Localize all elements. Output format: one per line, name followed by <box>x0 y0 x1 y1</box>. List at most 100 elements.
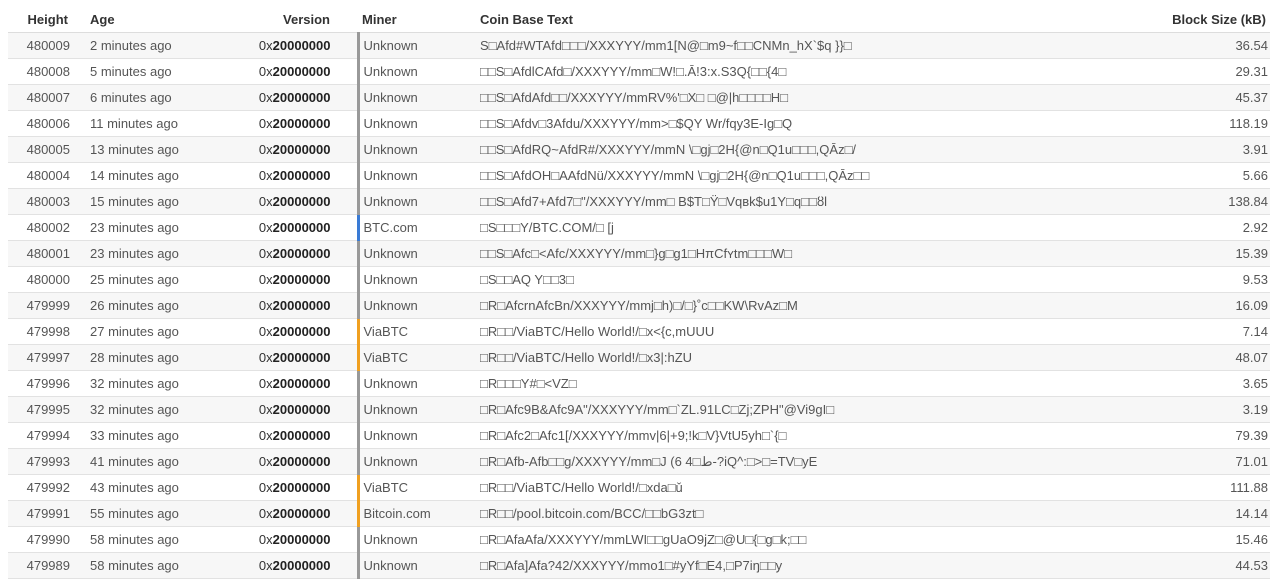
block-height-link[interactable]: 479998 <box>8 318 90 345</box>
block-miner[interactable]: Unknown <box>356 396 480 423</box>
block-miner[interactable]: Unknown <box>356 58 480 85</box>
block-miner[interactable]: ViaBTC <box>356 318 480 345</box>
block-miner[interactable]: Unknown <box>356 162 480 189</box>
version-prefix: 0x <box>258 350 273 365</box>
block-miner[interactable]: Unknown <box>356 240 480 267</box>
block-height-link[interactable]: 479995 <box>8 396 90 423</box>
block-version: 0x20000000 <box>238 32 358 59</box>
block-height-link[interactable]: 479994 <box>8 422 90 449</box>
block-miner[interactable]: ViaBTC <box>356 474 480 501</box>
block-miner[interactable]: Unknown <box>356 370 480 397</box>
block-height-link[interactable]: 479996 <box>8 370 90 397</box>
table-row[interactable]: 479990 58 minutes ago 0x20000000 Unknown □R□… <box>8 526 1270 553</box>
table-row[interactable]: 480006 11 minutes ago 0x20000000 Unknown □□S… <box>8 110 1270 137</box>
block-height-link[interactable]: 480005 <box>8 136 90 163</box>
block-height-link[interactable]: 480008 <box>8 58 90 85</box>
block-miner[interactable]: Bitcoin.com <box>356 500 480 527</box>
block-height-link[interactable]: 480000 <box>8 266 90 293</box>
table-row[interactable]: 480009 2 minutes ago 0x20000000 Unknown S□A… <box>8 32 1270 59</box>
table-row[interactable]: 479999 26 minutes ago 0x20000000 Unknown □R□… <box>8 292 1270 319</box>
version-value: 20000000 <box>272 402 331 417</box>
column-header-miner[interactable]: Miner <box>358 6 480 33</box>
block-version: 0x20000000 <box>238 266 358 293</box>
block-height-link[interactable]: 479997 <box>8 344 90 371</box>
table-row[interactable]: 480002 23 minutes ago 0x20000000 BTC.com □S□… <box>8 214 1270 241</box>
column-header-age[interactable]: Age <box>90 6 238 33</box>
table-header: Height Age Version Miner Coin Base Text … <box>8 6 1270 33</box>
block-miner[interactable]: BTC.com <box>356 214 480 241</box>
version-value: 20000000 <box>272 376 331 391</box>
block-height-link[interactable]: 479999 <box>8 292 90 319</box>
block-miner[interactable]: Unknown <box>356 448 480 475</box>
block-version: 0x20000000 <box>238 370 358 397</box>
block-miner[interactable]: Unknown <box>356 188 480 215</box>
coinbase-text: □R□Afc2□Afc1[/XXXYYY/mmv|6|+9;!k□V}VtU5y… <box>480 422 1085 449</box>
header-row: Height Age Version Miner Coin Base Text … <box>8 6 1270 33</box>
block-miner[interactable]: Unknown <box>356 110 480 137</box>
block-miner[interactable]: Unknown <box>356 526 480 553</box>
version-value: 20000000 <box>272 194 331 209</box>
table-row[interactable]: 480008 5 minutes ago 0x20000000 Unknown □□S□… <box>8 58 1270 85</box>
coinbase-text: □R□□/ViaBTC/Hello World!/□x<{c,mUUU <box>480 318 1085 345</box>
block-height-link[interactable]: 480006 <box>8 110 90 137</box>
table-body: 480009 2 minutes ago 0x20000000 Unknown S□A… <box>8 32 1270 579</box>
block-miner[interactable]: Unknown <box>356 136 480 163</box>
version-value: 20000000 <box>272 428 331 443</box>
table-row[interactable]: 479998 27 minutes ago 0x20000000 ViaBTC □R□□… <box>8 318 1270 345</box>
column-header-height[interactable]: Height <box>8 6 90 33</box>
block-height-link[interactable]: 479990 <box>8 526 90 553</box>
version-value: 20000000 <box>272 246 331 261</box>
table-row[interactable]: 480005 13 minutes ago 0x20000000 Unknown □□S… <box>8 136 1270 163</box>
column-header-version[interactable]: Version <box>238 6 358 33</box>
block-size: 14.14 <box>1085 500 1270 527</box>
table-row[interactable]: 480000 25 minutes ago 0x20000000 Unknown □S□… <box>8 266 1270 293</box>
version-value: 20000000 <box>272 272 331 287</box>
block-height-link[interactable]: 480004 <box>8 162 90 189</box>
block-size: 3.19 <box>1085 396 1270 423</box>
block-miner[interactable]: Unknown <box>356 422 480 449</box>
block-miner[interactable]: ViaBTC <box>356 344 480 371</box>
version-value: 20000000 <box>272 506 331 521</box>
block-version: 0x20000000 <box>238 188 358 215</box>
block-version: 0x20000000 <box>238 240 358 267</box>
table-row[interactable]: 480001 23 minutes ago 0x20000000 Unknown □□S… <box>8 240 1270 267</box>
table-row[interactable]: 479995 32 minutes ago 0x20000000 Unknown □R□… <box>8 396 1270 423</box>
block-version: 0x20000000 <box>238 500 358 527</box>
block-miner[interactable]: Unknown <box>356 292 480 319</box>
table-row[interactable]: 479994 33 minutes ago 0x20000000 Unknown □R□… <box>8 422 1270 449</box>
block-miner[interactable]: Unknown <box>356 266 480 293</box>
version-prefix: 0x <box>258 90 273 105</box>
block-height-link[interactable]: 479993 <box>8 448 90 475</box>
column-header-block-size[interactable]: Block Size (kB) <box>1085 6 1270 33</box>
table-row[interactable]: 480004 14 minutes ago 0x20000000 Unknown □□S… <box>8 162 1270 189</box>
block-height-link[interactable]: 480007 <box>8 84 90 111</box>
coinbase-text: □S□□□Y/BTC.COM/□ [j <box>480 214 1085 241</box>
table-row[interactable]: 479997 28 minutes ago 0x20000000 ViaBTC □R□□… <box>8 344 1270 371</box>
block-height-link[interactable]: 480009 <box>8 32 90 59</box>
block-height-link[interactable]: 479992 <box>8 474 90 501</box>
table-row[interactable]: 479992 43 minutes ago 0x20000000 ViaBTC □R□□… <box>8 474 1270 501</box>
version-prefix: 0x <box>258 402 273 417</box>
table-row[interactable]: 480007 6 minutes ago 0x20000000 Unknown □□S□… <box>8 84 1270 111</box>
version-value: 20000000 <box>272 90 331 105</box>
block-height-link[interactable]: 480001 <box>8 240 90 267</box>
block-age: 23 minutes ago <box>90 240 238 267</box>
blocks-table: Height Age Version Miner Coin Base Text … <box>8 6 1270 579</box>
column-header-coinbase[interactable]: Coin Base Text <box>480 6 1085 33</box>
block-miner[interactable]: Unknown <box>356 32 480 59</box>
table-row[interactable]: 480003 15 minutes ago 0x20000000 Unknown □□S… <box>8 188 1270 215</box>
block-age: 5 minutes ago <box>90 58 238 85</box>
table-row[interactable]: 479993 41 minutes ago 0x20000000 Unknown □R□… <box>8 448 1270 475</box>
coinbase-text: □S□□AQ Y□□3□ <box>480 266 1085 293</box>
version-prefix: 0x <box>258 246 273 261</box>
table-row[interactable]: 479996 32 minutes ago 0x20000000 Unknown □R□… <box>8 370 1270 397</box>
block-height-link[interactable]: 479991 <box>8 500 90 527</box>
block-version: 0x20000000 <box>238 58 358 85</box>
block-miner[interactable]: Unknown <box>356 84 480 111</box>
block-height-link[interactable]: 480002 <box>8 214 90 241</box>
block-age: 13 minutes ago <box>90 136 238 163</box>
block-size: 5.66 <box>1085 162 1270 189</box>
block-version: 0x20000000 <box>238 422 358 449</box>
block-height-link[interactable]: 480003 <box>8 188 90 215</box>
table-row[interactable]: 479991 55 minutes ago 0x20000000 Bitcoin.co… <box>8 500 1270 527</box>
